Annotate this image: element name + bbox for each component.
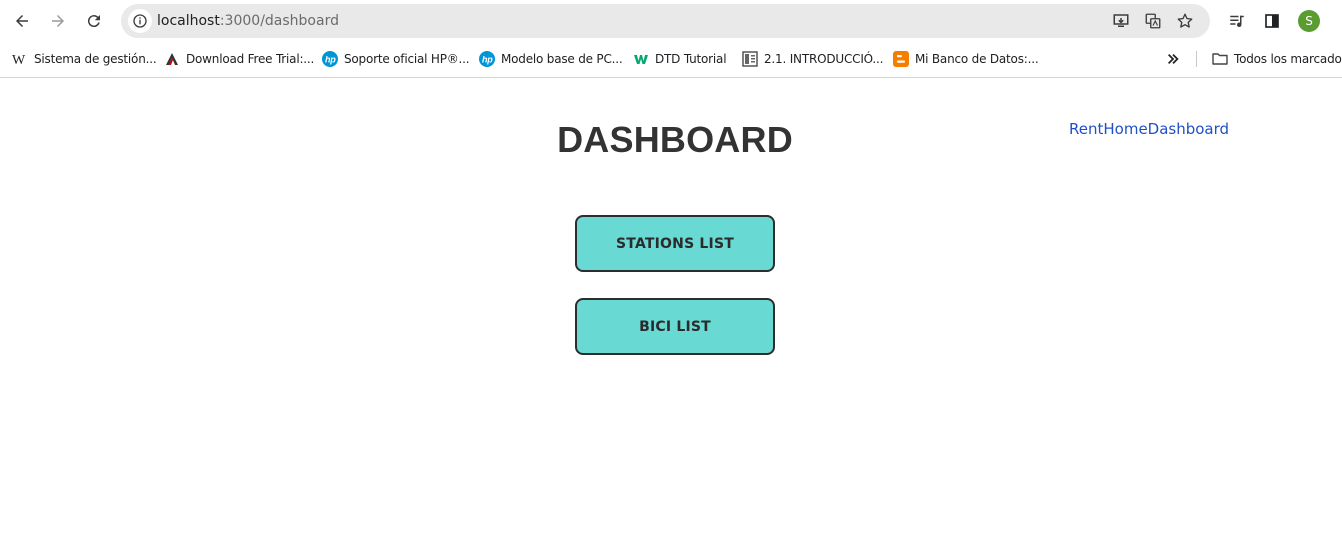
w3schools-icon xyxy=(633,51,649,67)
svg-text:hp: hp xyxy=(482,55,493,65)
svg-text:hp: hp xyxy=(325,55,336,65)
blogger-icon xyxy=(893,51,909,67)
url-path: :3000/dashboard xyxy=(219,13,339,29)
install-app-button[interactable] xyxy=(1111,11,1131,31)
browser-toolbar: localhost:3000/dashboard S xyxy=(0,0,1342,42)
url-host: localhost xyxy=(157,13,220,29)
bookmarks-bar: W Sistema de gestión... Download Free Tr… xyxy=(0,42,1342,78)
bookmark-item[interactable]: W Sistema de gestión... xyxy=(12,50,157,68)
bookmark-label: Soporte oficial HP®... xyxy=(344,52,470,66)
bookmark-label: Sistema de gestión... xyxy=(34,52,157,66)
double-chevron-right-icon xyxy=(1168,54,1179,64)
top-nav: RentHomeDashboard xyxy=(1069,120,1229,138)
svg-text:W: W xyxy=(12,53,26,67)
bookmarks-divider xyxy=(1196,51,1197,67)
bookmark-item[interactable]: hp Modelo base de PC... xyxy=(479,50,623,68)
side-panel-icon xyxy=(1265,14,1279,28)
nav-link-home[interactable]: Home xyxy=(1103,120,1147,138)
address-bar[interactable]: localhost:3000/dashboard xyxy=(121,4,1210,38)
bookmark-item[interactable]: hp Soporte oficial HP®... xyxy=(322,50,470,68)
hp-icon: hp xyxy=(322,51,338,67)
media-controls-icon xyxy=(1230,15,1244,27)
forward-arrow-icon xyxy=(52,15,64,27)
url-text[interactable]: localhost:3000/dashboard xyxy=(157,12,339,30)
bookmarks-overflow-button[interactable] xyxy=(1164,50,1182,68)
autodesk-icon xyxy=(164,51,180,67)
install-app-icon xyxy=(1113,14,1129,27)
bici-list-button[interactable]: BICI LIST xyxy=(575,298,775,355)
nav-link-rent[interactable]: Rent xyxy=(1069,120,1103,138)
bookmark-label: 2.1. INTRODUCCIÓ... xyxy=(764,52,884,66)
folder-icon xyxy=(1212,51,1228,67)
reload-button[interactable] xyxy=(82,9,106,33)
bookmark-star-button[interactable] xyxy=(1175,11,1195,31)
reload-icon xyxy=(87,15,100,28)
hp-icon: hp xyxy=(479,51,495,67)
bookmark-label: DTD Tutorial xyxy=(655,52,727,66)
nav-link-dashboard[interactable]: Dashboard xyxy=(1148,120,1229,138)
wikipedia-icon: W xyxy=(12,51,28,67)
bookmark-label: Mi Banco de Datos:... xyxy=(915,52,1039,66)
bookmark-label: Download Free Trial:... xyxy=(186,52,315,66)
back-button[interactable] xyxy=(10,9,34,33)
bookmark-item[interactable]: DTD Tutorial xyxy=(633,50,727,68)
page-content: DASHBOARD RentHomeDashboard STATIONS LIS… xyxy=(0,79,1342,558)
back-arrow-icon xyxy=(16,15,28,27)
all-bookmarks-label: Todos los marcadores xyxy=(1234,52,1342,66)
bookmark-label: Modelo base de PC... xyxy=(501,52,623,66)
site-info-button[interactable] xyxy=(128,9,152,33)
bookmark-item[interactable]: 2.1. INTRODUCCIÓ... xyxy=(742,50,883,68)
forward-button[interactable] xyxy=(46,9,70,33)
media-controls-button[interactable] xyxy=(1226,10,1248,32)
side-panel-button[interactable] xyxy=(1261,10,1283,32)
bookmark-star-icon xyxy=(1177,13,1193,28)
translate-icon xyxy=(1145,13,1161,29)
bookmark-item[interactable]: Mi Banco de Datos:... xyxy=(893,50,1039,68)
all-bookmarks-folder[interactable]: Todos los marcadores xyxy=(1212,50,1342,68)
bookmark-item[interactable]: Download Free Trial:... xyxy=(164,50,314,68)
stations-list-button[interactable]: STATIONS LIST xyxy=(575,215,775,272)
site-info-icon xyxy=(133,14,147,28)
document-icon xyxy=(742,51,758,67)
profile-avatar[interactable]: S xyxy=(1298,10,1320,32)
translate-button[interactable] xyxy=(1143,11,1163,31)
